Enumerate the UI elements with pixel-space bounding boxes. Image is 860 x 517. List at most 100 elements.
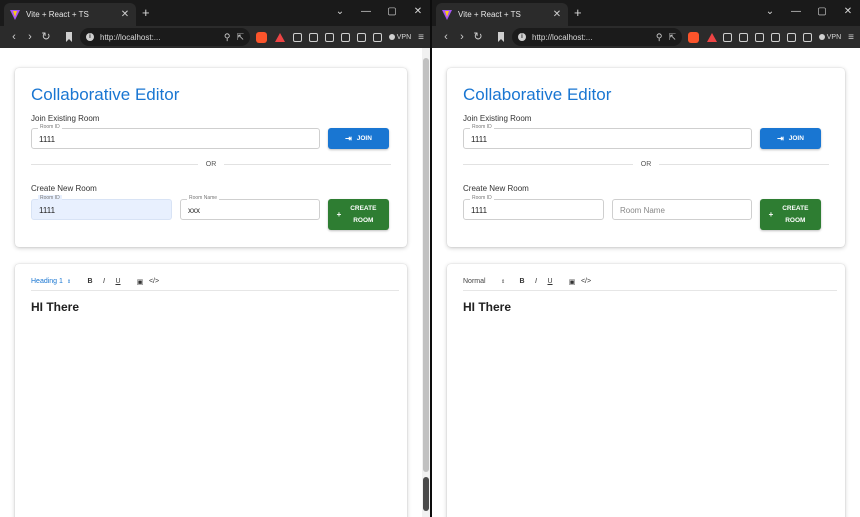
- minimize-button[interactable]: —: [360, 5, 372, 19]
- menu-icon[interactable]: ≡: [418, 32, 424, 43]
- code-icon[interactable]: </>: [579, 278, 593, 285]
- site-info-icon[interactable]: i: [86, 33, 94, 41]
- bookmark-icon[interactable]: [496, 32, 506, 42]
- close-window-button[interactable]: ✕: [842, 5, 854, 19]
- url-text[interactable]: http://localhost:...: [100, 33, 218, 42]
- editor-content[interactable]: HI There: [463, 300, 511, 314]
- page-title: Collaborative Editor: [31, 85, 180, 104]
- create-room-button[interactable]: + CREATE ROOM: [328, 199, 389, 230]
- vpn-button[interactable]: VPN: [388, 33, 412, 41]
- sidebar-icon[interactable]: [340, 32, 350, 42]
- vpn-button[interactable]: VPN: [818, 34, 841, 41]
- bold-button[interactable]: B: [515, 278, 529, 285]
- bookmark-icon[interactable]: [64, 32, 74, 42]
- wallet-icon[interactable]: [356, 32, 366, 42]
- brave-shields-icon[interactable]: [256, 31, 267, 43]
- reload-button[interactable]: ↻: [470, 31, 486, 43]
- browser-tab[interactable]: Vite + React + TS ✕: [4, 3, 136, 26]
- close-window-button[interactable]: ✕: [412, 5, 424, 19]
- leo-ai-icon[interactable]: [802, 32, 812, 42]
- room-id-legend: Room ID: [38, 124, 62, 130]
- vite-logo-icon: [442, 9, 452, 20]
- extension-icon[interactable]: [738, 32, 748, 42]
- share-icon[interactable]: ⇱: [236, 32, 244, 43]
- select-caret-icon: ⇕: [66, 278, 72, 285]
- browser-tab[interactable]: Vite + React + TS ✕: [436, 3, 568, 26]
- tab-close-icon[interactable]: ✕: [552, 9, 562, 20]
- forward-button[interactable]: ›: [454, 31, 470, 43]
- share-icon[interactable]: ⇱: [668, 32, 676, 43]
- join-room-id-input[interactable]: Room ID 1111: [463, 124, 752, 149]
- back-button[interactable]: ‹: [438, 31, 454, 43]
- heading-select[interactable]: Heading 1 ⇕: [31, 278, 83, 285]
- brave-shields-icon[interactable]: [688, 31, 699, 43]
- heading-select[interactable]: Normal ⇕: [463, 278, 515, 285]
- extension-icon[interactable]: [324, 32, 334, 42]
- extension-icon[interactable]: [722, 32, 732, 42]
- vite-logo-icon: [10, 9, 20, 20]
- code-icon[interactable]: </>: [147, 278, 161, 285]
- room-card: Collaborative Editor Join Existing Room …: [447, 68, 845, 247]
- underline-button[interactable]: U: [111, 278, 125, 285]
- site-info-icon[interactable]: i: [518, 33, 526, 41]
- sidebar-icon[interactable]: [770, 32, 780, 42]
- brave-rewards-icon[interactable]: [707, 32, 717, 42]
- editor-content[interactable]: HI There: [31, 300, 79, 314]
- zoom-icon[interactable]: ⚲: [224, 32, 231, 43]
- tab-bar: Vite + React + TS ✕ + ⌄ — ▢ ✕: [432, 0, 860, 26]
- menu-icon[interactable]: ≡: [848, 32, 854, 43]
- new-tab-button[interactable]: +: [142, 6, 150, 20]
- room-name-legend: Room Name: [187, 195, 220, 201]
- join-room-id-value: 1111: [471, 135, 488, 144]
- page-scrollbar[interactable]: [422, 48, 430, 517]
- back-button[interactable]: ‹: [6, 31, 22, 43]
- scroll-thumb[interactable]: [423, 58, 429, 472]
- extension-icon[interactable]: [292, 32, 302, 42]
- minimize-button[interactable]: —: [790, 5, 802, 19]
- url-text[interactable]: http://localhost:...: [532, 33, 650, 42]
- tab-search-dropdown-icon[interactable]: ⌄: [764, 5, 776, 19]
- extension-icon[interactable]: [308, 32, 318, 42]
- underline-button[interactable]: U: [543, 278, 557, 285]
- brave-rewards-icon[interactable]: [275, 32, 285, 42]
- create-room-id-input[interactable]: Room ID 1111: [31, 195, 172, 220]
- create-room-button[interactable]: + CREATE ROOM: [760, 199, 821, 230]
- maximize-button[interactable]: ▢: [386, 5, 398, 19]
- plus-icon: +: [336, 210, 342, 219]
- join-button[interactable]: ⇥ JOIN: [760, 128, 821, 149]
- room-name-input[interactable]: Room Name: [612, 199, 752, 220]
- reload-button[interactable]: ↻: [38, 31, 54, 43]
- scroll-thumb-lower[interactable]: [423, 477, 429, 511]
- editor-toolbar: Heading 1 ⇕ B I U ▣ </>: [31, 273, 399, 291]
- new-tab-button[interactable]: +: [574, 6, 582, 20]
- extension-icon[interactable]: [754, 32, 764, 42]
- room-name-input[interactable]: Room Name xxx: [180, 195, 320, 220]
- italic-button[interactable]: I: [97, 278, 111, 285]
- divider-line: [224, 163, 391, 165]
- vpn-label: VPN: [396, 33, 412, 41]
- page-viewport: Collaborative Editor Join Existing Room …: [0, 48, 422, 517]
- tab-close-icon[interactable]: ✕: [120, 9, 130, 20]
- forward-button[interactable]: ›: [22, 31, 38, 43]
- editor-toolbar: Normal ⇕ B I U ▣ </>: [463, 273, 837, 291]
- page-title: Collaborative Editor: [463, 85, 612, 104]
- zoom-icon[interactable]: ⚲: [656, 32, 663, 43]
- bold-button[interactable]: B: [83, 278, 97, 285]
- address-bar[interactable]: i http://localhost:... ⚲ ⇱: [512, 28, 682, 46]
- leo-ai-icon[interactable]: [372, 32, 382, 42]
- maximize-button[interactable]: ▢: [816, 5, 828, 19]
- editor-card: Normal ⇕ B I U ▣ </> HI There: [447, 264, 845, 517]
- wallet-icon[interactable]: [786, 32, 796, 42]
- address-bar[interactable]: i http://localhost:... ⚲ ⇱: [80, 28, 250, 46]
- vpn-icon: [388, 34, 395, 40]
- join-button[interactable]: ⇥ JOIN: [328, 128, 389, 149]
- heading-select-value: Heading 1: [31, 278, 63, 285]
- tab-search-dropdown-icon[interactable]: ⌄: [334, 5, 346, 19]
- image-icon[interactable]: ▣: [565, 278, 579, 286]
- create-room-id-input[interactable]: Room ID 1111: [463, 195, 604, 220]
- room-id-legend: Room ID: [470, 195, 494, 201]
- join-room-id-value: 1111: [39, 135, 56, 144]
- italic-button[interactable]: I: [529, 278, 543, 285]
- join-room-id-input[interactable]: Room ID 1111: [31, 124, 320, 149]
- image-icon[interactable]: ▣: [133, 278, 147, 286]
